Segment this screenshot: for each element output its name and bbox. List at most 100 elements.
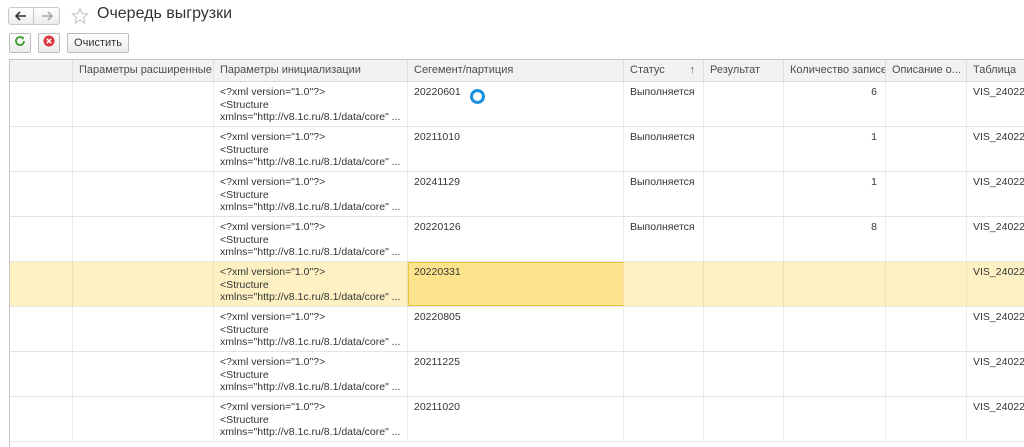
xml-line: <Structure <box>220 188 269 201</box>
cell-description[interactable] <box>886 262 967 306</box>
column-header-col0[interactable] <box>10 60 73 81</box>
column-header-params-ext[interactable]: Параметры расширенные <box>73 60 214 81</box>
cell-description[interactable] <box>886 307 967 351</box>
cell-params-init[interactable]: <?xml version="1.0"?> <Structure xmlns="ht… <box>214 82 408 126</box>
column-header-result[interactable]: Результат <box>704 60 784 81</box>
arrow-left-icon <box>15 11 27 21</box>
cell-count[interactable] <box>784 397 886 441</box>
table-row[interactable]: <?xml version="1.0"?> <Structure xmlns="ht… <box>10 307 1024 352</box>
cell-col0[interactable] <box>10 352 73 396</box>
cell-result[interactable] <box>704 217 784 261</box>
cell-status[interactable] <box>624 262 704 306</box>
cell-status[interactable]: Выполняется <box>624 127 704 171</box>
cell-segment[interactable]: 20220601 <box>408 82 624 126</box>
cell-status[interactable] <box>624 352 704 396</box>
cell-segment[interactable]: 20241129 <box>408 172 624 216</box>
cell-table[interactable]: VIS_240220 <box>967 127 1024 171</box>
forward-button[interactable] <box>34 7 60 25</box>
cell-result[interactable] <box>704 352 784 396</box>
cell-count[interactable]: 6 <box>784 82 886 126</box>
table-row[interactable]: <?xml version="1.0"?> <Structure xmlns="ht… <box>10 217 1024 262</box>
table-row[interactable]: <?xml version="1.0"?> <Structure xmlns="ht… <box>10 127 1024 172</box>
column-header-status[interactable]: Статус ↑ <box>624 60 704 81</box>
refresh-button[interactable] <box>9 33 31 53</box>
cell-result[interactable] <box>704 82 784 126</box>
cell-count[interactable]: 1 <box>784 172 886 216</box>
cell-result[interactable] <box>704 307 784 351</box>
cell-result[interactable] <box>704 397 784 441</box>
cell-col0[interactable] <box>10 397 73 441</box>
cell-col0[interactable] <box>10 307 73 351</box>
cell-col0[interactable] <box>10 217 73 261</box>
cell-params-init[interactable]: <?xml version="1.0"?> <Structure xmlns="ht… <box>214 262 408 306</box>
table-row[interactable]: <?xml version="1.0"?> <Structure xmlns="ht… <box>10 262 1024 307</box>
cell-segment[interactable]: 20211020 <box>408 397 624 441</box>
star-icon[interactable] <box>71 7 89 25</box>
cell-description[interactable] <box>886 127 967 171</box>
cell-params-ext[interactable] <box>73 352 214 396</box>
column-header-segment[interactable]: Сегемент/партиция <box>408 60 624 81</box>
cell-segment[interactable]: 20220126 <box>408 217 624 261</box>
cell-description[interactable] <box>886 82 967 126</box>
cell-params-ext[interactable] <box>73 307 214 351</box>
cell-table[interactable]: VIS_240220 <box>967 82 1024 126</box>
cell-params-init[interactable]: <?xml version="1.0"?> <Structure xmlns="ht… <box>214 127 408 171</box>
cell-status[interactable]: Выполняется <box>624 172 704 216</box>
cell-params-ext[interactable] <box>73 217 214 261</box>
cell-result[interactable] <box>704 172 784 216</box>
cell-status[interactable]: Выполняется <box>624 82 704 126</box>
cell-status[interactable]: Выполняется <box>624 217 704 261</box>
column-header-count[interactable]: Количество записей <box>784 60 886 81</box>
cell-col0[interactable] <box>10 262 73 306</box>
cell-count[interactable] <box>784 307 886 351</box>
cell-table[interactable]: VIS_240220 <box>967 217 1024 261</box>
cell-table[interactable]: VIS_240220 <box>967 262 1024 306</box>
cell-col0[interactable] <box>10 172 73 216</box>
cell-status[interactable] <box>624 397 704 441</box>
cell-description[interactable] <box>886 352 967 396</box>
cell-params-ext[interactable] <box>73 262 214 306</box>
cell-params-init[interactable]: <?xml version="1.0"?> <Structure xmlns="ht… <box>214 397 408 441</box>
cell-col0[interactable] <box>10 127 73 171</box>
cell-segment[interactable]: 20211010 <box>408 127 624 171</box>
xml-line: <?xml version="1.0"?> <box>220 86 326 98</box>
column-header-table[interactable]: Таблица <box>967 60 1024 81</box>
cell-count[interactable]: 1 <box>784 127 886 171</box>
cell-params-init[interactable]: <?xml version="1.0"?> <Structure xmlns="ht… <box>214 307 408 351</box>
cell-params-ext[interactable] <box>73 172 214 216</box>
cell-description[interactable] <box>886 172 967 216</box>
cell-params-ext[interactable] <box>73 127 214 171</box>
cell-params-init[interactable]: <?xml version="1.0"?> <Structure xmlns="ht… <box>214 217 408 261</box>
clear-button[interactable]: Очистить <box>67 33 129 53</box>
cell-table[interactable]: VIS_240220 <box>967 397 1024 441</box>
cell-description[interactable] <box>886 397 967 441</box>
cell-params-ext[interactable] <box>73 82 214 126</box>
cell-params-init[interactable]: <?xml version="1.0"?> <Structure xmlns="ht… <box>214 352 408 396</box>
stop-button[interactable] <box>38 33 60 53</box>
table-row[interactable]: <?xml version="1.0"?> <Structure xmlns="ht… <box>10 352 1024 397</box>
column-header-params-init[interactable]: Параметры инициализации <box>214 60 408 81</box>
cell-description[interactable] <box>886 217 967 261</box>
cell-result[interactable] <box>704 127 784 171</box>
cell-segment[interactable]: 20220331 <box>408 262 624 306</box>
table-row[interactable]: <?xml version="1.0"?> <Structure xmlns="ht… <box>10 172 1024 217</box>
cell-table[interactable]: VIS_240220 <box>967 352 1024 396</box>
page-title: Очередь выгрузки <box>97 5 233 22</box>
column-header-description[interactable]: Описание о... <box>886 60 967 81</box>
cell-count[interactable] <box>784 262 886 306</box>
cell-params-init[interactable]: <?xml version="1.0"?> <Structure xmlns="ht… <box>214 172 408 216</box>
cell-params-ext[interactable] <box>73 397 214 441</box>
cell-table[interactable]: VIS_240220 <box>967 172 1024 216</box>
cell-table[interactable]: VIS_240220 <box>967 307 1024 351</box>
back-button[interactable] <box>8 7 34 25</box>
cell-segment[interactable]: 20211225 <box>408 352 624 396</box>
cell-count[interactable] <box>784 352 886 396</box>
table-row[interactable]: <?xml version="1.0"?> <Structure xmlns="ht… <box>10 397 1024 442</box>
cell-result[interactable] <box>704 262 784 306</box>
cell-col0[interactable] <box>10 82 73 126</box>
table-header: Параметры расширенные Параметры инициали… <box>10 60 1024 82</box>
cell-segment[interactable]: 20220805 <box>408 307 624 351</box>
table-row[interactable]: <?xml version="1.0"?> <Structure xmlns="ht… <box>10 82 1024 127</box>
cell-status[interactable] <box>624 307 704 351</box>
cell-count[interactable]: 8 <box>784 217 886 261</box>
